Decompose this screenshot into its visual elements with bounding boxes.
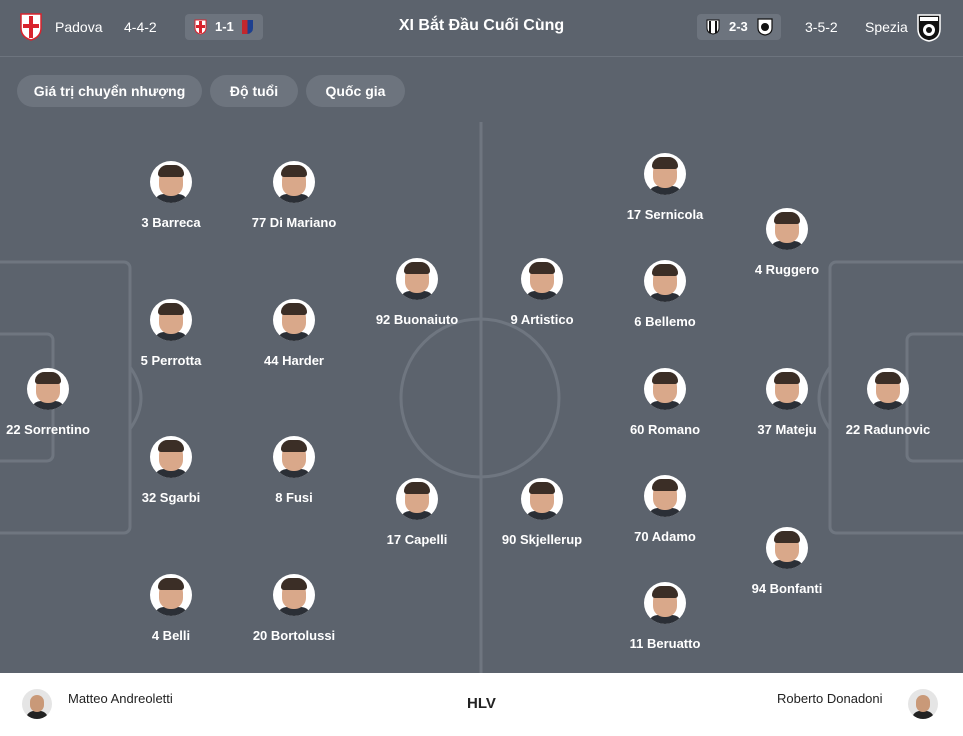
player-ruggero[interactable]: 4 Ruggero [712, 208, 862, 277]
player-avatar [150, 161, 192, 203]
player-name: 20 Bortolussi [252, 628, 336, 643]
player-avatar [273, 574, 315, 616]
coaches-row: Matteo Andreoletti HLV Roberto Donadoni [0, 673, 963, 736]
player-avatar [644, 475, 686, 517]
player-name: 6 Bellemo [634, 314, 696, 329]
player-name: 11 Beruatto [629, 636, 701, 651]
player-avatar [521, 478, 563, 520]
filter-country-chip[interactable]: Quốc gia [306, 75, 405, 107]
player-avatar [766, 527, 808, 569]
player-avatar [867, 368, 909, 410]
player-name: 77 Di Mariano [251, 215, 337, 230]
player-name: 22 Radunovic [845, 422, 931, 437]
player-di-mariano[interactable]: 77 Di Mariano [219, 161, 369, 230]
lineup-widget: Padova 4-4-2 1-1 XI Bắt Đầu Cuối Cùng 2-… [0, 0, 963, 736]
player-avatar [396, 478, 438, 520]
away-last-result-badge[interactable]: 2-3 [697, 14, 781, 40]
player-avatar [27, 368, 69, 410]
opponent-crest-icon [706, 19, 720, 35]
player-avatar [644, 368, 686, 410]
filter-transfer-value-chip[interactable]: Giá trị chuyển nhượng [17, 75, 202, 107]
player-bonfanti[interactable]: 94 Bonfanti [712, 527, 862, 596]
player-avatar [644, 582, 686, 624]
away-last-score: 2-3 [729, 19, 748, 34]
player-name: 94 Bonfanti [751, 581, 823, 596]
player-avatar [150, 574, 192, 616]
lineup-header-panel: Padova 4-4-2 1-1 XI Bắt Đầu Cuối Cùng 2-… [0, 0, 963, 122]
pitch: 22 Sorrentino 3 Barreca 5 Perrotta 32 Sg… [0, 122, 963, 673]
player-avatar [396, 258, 438, 300]
player-avatar [150, 299, 192, 341]
player-avatar [273, 161, 315, 203]
player-avatar [150, 436, 192, 478]
spezia-crest-icon [757, 18, 773, 36]
player-bortolussi[interactable]: 20 Bortolussi [219, 574, 369, 643]
player-radunovic[interactable]: 22 Radunovic [813, 368, 963, 437]
player-avatar [273, 299, 315, 341]
player-avatar [766, 368, 808, 410]
player-name: 22 Sorrentino [6, 422, 90, 437]
player-avatar [766, 208, 808, 250]
player-sorrentino[interactable]: 22 Sorrentino [0, 368, 123, 437]
player-avatar [644, 153, 686, 195]
match-header: Padova 4-4-2 1-1 XI Bắt Đầu Cuối Cùng 2-… [0, 0, 963, 57]
player-avatar [273, 436, 315, 478]
player-name: 4 Ruggero [754, 262, 820, 277]
filter-age-chip[interactable]: Độ tuổi [210, 75, 298, 107]
spezia-crest-icon[interactable] [917, 12, 941, 42]
away-coach-name[interactable]: Roberto Donadoni [777, 691, 883, 706]
player-avatar [521, 258, 563, 300]
away-team-name[interactable]: Spezia [865, 19, 908, 35]
away-formation: 3-5-2 [805, 19, 838, 35]
player-avatar [644, 260, 686, 302]
player-name: 44 Harder [264, 353, 324, 368]
away-coach-avatar [908, 689, 938, 719]
